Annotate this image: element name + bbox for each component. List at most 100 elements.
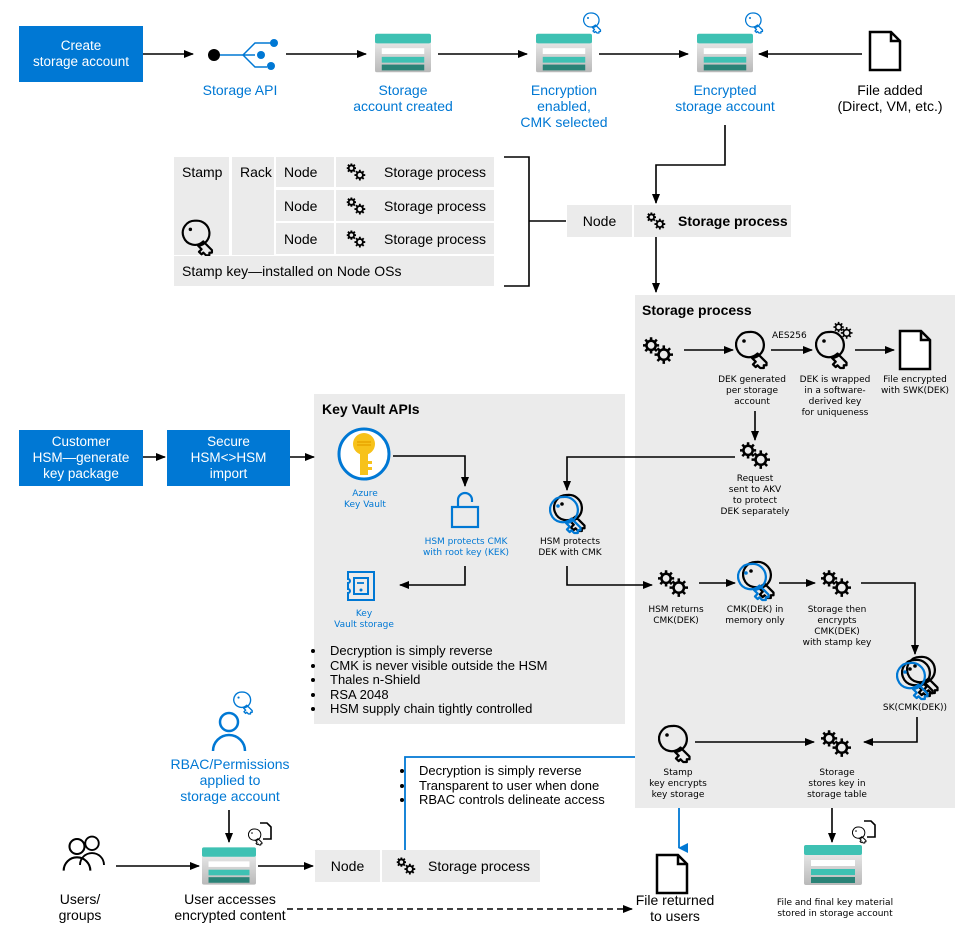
storage-process-cell: Storage process — [336, 190, 494, 221]
hsm-protects-cmk-label: HSM protects CMK with root key (KEK) — [423, 537, 509, 558]
key-icon — [583, 12, 603, 34]
lock-open-icon — [450, 491, 480, 529]
rack-label: Rack — [240, 164, 272, 180]
storage-process-label: Storage process — [384, 197, 486, 214]
user-accesses-label: User accesses encrypted content — [174, 891, 286, 923]
gears-icon — [344, 196, 368, 216]
node-cell: Node — [567, 205, 632, 237]
encrypted-file-icon — [898, 329, 932, 371]
key-vault-storage-label: Key Vault storage — [334, 609, 394, 630]
storage-stores-label: Storage stores key in storage table — [807, 768, 867, 800]
bullet-item: RSA 2048 — [326, 687, 547, 703]
sk-cmk-dek-label: SK(CMK(DEK)) — [882, 703, 948, 713]
gears-icon — [737, 440, 773, 470]
storage-process-title: Storage process — [642, 302, 752, 318]
node-cell: Node — [315, 850, 380, 882]
storage-api-icon — [208, 39, 278, 70]
node-cell: Node — [276, 190, 334, 221]
storage-account-icon — [375, 33, 431, 73]
node-label: Node — [284, 230, 318, 247]
create-storage-account-box: Create storage account — [19, 26, 143, 82]
gears-icon — [344, 162, 368, 182]
key-icon — [233, 691, 255, 715]
sk-key-icon — [896, 661, 932, 701]
node-cell: Node — [276, 157, 334, 187]
storage-account-icon — [697, 33, 753, 73]
storage-process-cell: Storage process — [382, 850, 540, 882]
final-storage-label: File and final key material stored in st… — [776, 898, 894, 919]
node-label: Node — [582, 213, 617, 229]
final-storage-icon — [804, 845, 862, 885]
stamp-key-label: Stamp key—installed on Node OSs — [182, 263, 402, 279]
storage-encrypts-label: Storage then encrypts CMK(DEK) with stam… — [802, 605, 872, 648]
bullet-item: Decryption is simply reverse — [326, 643, 547, 659]
account-created-label: Storage account created — [353, 82, 453, 114]
stamp-key-icon — [658, 724, 694, 764]
stamp-key-encrypts-label: Stamp key encrypts key storage — [649, 768, 707, 800]
storage-process-cell: Storage process — [336, 157, 494, 187]
arrow — [652, 125, 726, 204]
dek-key-icon — [735, 330, 771, 370]
file-encrypted-label: File encrypted with SWK(DEK) — [880, 375, 949, 396]
dek-generated-label: DEK generated per storage account — [718, 375, 786, 407]
gears-icon — [344, 229, 368, 249]
user-icon — [78, 835, 106, 865]
key-file-icon — [248, 822, 272, 846]
rbac-user-icon — [211, 711, 247, 751]
users-groups-label: Users/ groups — [58, 891, 102, 923]
key-vault-title: Key Vault APIs — [322, 401, 420, 417]
rack-cell: Rack — [232, 157, 274, 255]
stamp-key-footer: Stamp key—installed on Node OSs — [174, 256, 494, 286]
storage-process-label: Storage process — [428, 858, 530, 874]
gears-icon — [640, 335, 676, 365]
customer-hsm-box: Customer HSM—generate key package — [19, 430, 143, 486]
file-returned-label: File returned to users — [635, 892, 715, 924]
hsm-returns-label: HSM returns CMK(DEK) — [648, 605, 704, 626]
node-label: Node — [284, 164, 318, 180]
decryption-bullets: Decryption is simply reverse Transparent… — [395, 763, 605, 808]
dek-cmk-key-icon — [549, 495, 585, 535]
bullet-item: Decryption is simply reverse — [415, 763, 605, 779]
cmk-in-memory-label: CMK(DEK) in memory only — [725, 605, 785, 626]
storage-account-icon — [202, 846, 256, 886]
bullet-item: CMK is never visible outside the HSM — [326, 658, 547, 674]
stamp-key-icon — [181, 219, 217, 257]
storage-account-icon — [536, 33, 592, 73]
key-icon — [745, 12, 765, 34]
storage-process-label: Storage process — [678, 213, 788, 229]
hsm-protects-dek-label: HSM protects DEK with CMK — [538, 537, 602, 558]
gears-icon — [644, 211, 668, 231]
gears-icon — [394, 856, 418, 876]
storage-process-cell: Storage process — [634, 205, 791, 237]
storage-process-label: Storage process — [384, 230, 486, 247]
key-file-icon — [852, 820, 876, 844]
storage-process-cell: Storage process — [336, 223, 494, 254]
file-icon — [868, 30, 902, 72]
azure-key-vault-icon — [337, 427, 391, 481]
azure-key-vault-label: Azure Key Vault — [344, 489, 386, 510]
aes256-label: AES256 — [772, 331, 807, 341]
storage-process-label: Storage process — [384, 164, 486, 180]
storage-api-label: Storage API — [202, 82, 278, 98]
request-sent-label: Request sent to AKV to protect DEK separ… — [720, 474, 790, 517]
bullet-item: Transparent to user when done — [415, 778, 605, 794]
cmk-dek-key-icon — [737, 562, 773, 602]
encryption-enabled-label: Encryption enabled, CMK selected — [520, 82, 608, 130]
bullet-item: Thales n-Shield — [326, 672, 547, 688]
file-added-label: File added (Direct, VM, etc.) — [837, 82, 943, 114]
node-cell: Node — [276, 223, 334, 254]
rbac-label: RBAC/Permissions applied to storage acco… — [170, 756, 290, 804]
bullet-item: HSM supply chain tightly controlled — [326, 701, 547, 717]
bullet-item: RBAC controls delineate access — [415, 792, 605, 808]
gears-icon — [818, 568, 854, 598]
gears-icon — [818, 728, 854, 758]
key-vault-bullets: Decryption is simply reverse CMK is neve… — [306, 643, 547, 717]
secure-import-box: Secure HSM<>HSM import — [167, 430, 290, 486]
stamp-label: Stamp — [182, 164, 223, 180]
gears-icon — [832, 320, 854, 340]
encrypted-account-label: Encrypted storage account — [675, 82, 775, 114]
key-vault-storage-icon — [347, 571, 375, 601]
dek-wrapped-label: DEK is wrapped in a software- derived ke… — [799, 375, 871, 418]
bracket — [504, 156, 530, 287]
returned-file-icon — [655, 853, 689, 895]
